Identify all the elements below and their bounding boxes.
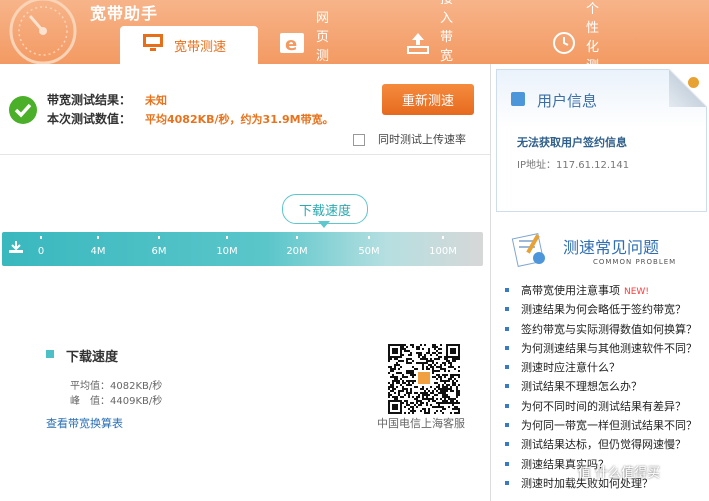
bubble-pointer (318, 221, 330, 228)
faq-item[interactable]: 为何不同时间的测试结果有差异？ (503, 398, 697, 417)
faq-item[interactable]: 测试结果达标，但仍觉得网速慢？ (503, 436, 697, 455)
app-header: 宽带助手 宽带测速 e 网页测速 接入带宽测试 个性化测试 (0, 0, 709, 64)
svg-text:e: e (285, 34, 297, 55)
upload-test-label: 同时测试上传速率 (378, 133, 466, 146)
tab-label: 接入带宽测试 (440, 0, 454, 64)
faq-item[interactable]: 测速时应注意什么？ (503, 359, 697, 378)
faq-item-label: 测速结果为何会略低于签约带宽？ (521, 303, 686, 317)
upload-icon (406, 32, 430, 58)
result-summary: 带宽测试结果： 未知 本次测试数值： 平均4082KB/秒，约为31.9M带宽。… (0, 64, 490, 155)
tab-broadband-speed[interactable]: 宽带测速 (120, 26, 258, 64)
page-curl (669, 69, 707, 107)
scale-tick (226, 236, 228, 239)
tab-web-speed[interactable]: e 网页测速 (280, 11, 329, 64)
scale-tick-label: 6M (151, 246, 167, 257)
new-badge: NEW! (624, 287, 649, 297)
expand-icon[interactable] (688, 77, 699, 88)
retest-button[interactable]: 重新测速 (382, 84, 474, 115)
faq-item-label: 为何不同时间的测试结果有差异？ (521, 399, 686, 413)
monitor-icon (142, 33, 164, 57)
scale-tick (368, 236, 370, 239)
speed-scale-bar: 0 4M 6M 10M 20M 50M 100M (2, 232, 483, 266)
scale-tick-label: 0 (37, 246, 45, 257)
scale-tick (442, 236, 444, 239)
scale-tick (158, 236, 160, 239)
ie-icon: e (280, 31, 306, 59)
scale-tick-label: 100M (429, 246, 457, 257)
faq-item[interactable]: 测试结果不理想怎么办？ (503, 378, 697, 397)
user-info-title: 用户信息 (537, 92, 598, 110)
test-data-value: 平均4082KB/秒，约为31.9M带宽。 (145, 113, 334, 126)
upload-test-checkbox[interactable] (353, 134, 365, 146)
download-icon (9, 241, 23, 253)
scale-tick (296, 236, 298, 239)
bandwidth-result-value: 未知 (145, 94, 167, 107)
faq-item[interactable]: 测速结果为何会略低于签约带宽？ (503, 301, 697, 320)
average-speed: 平均值：4082KB/秒 (70, 381, 163, 392)
tab-label: 个性化测试 (586, 1, 600, 65)
app-title: 宽带助手 (90, 4, 159, 23)
bandwidth-conversion-link[interactable]: 查看带宽换算表 (46, 415, 123, 431)
tab-access-bandwidth[interactable]: 接入带宽测试 (406, 0, 453, 64)
faq-subtitle: COMMON PROBLEM (593, 258, 677, 266)
faq-item-label: 高带宽使用注意事项 (521, 284, 620, 297)
qr-code (388, 344, 460, 414)
faq-item[interactable]: 为何测速结果与其他测速软件不同？ (503, 340, 697, 359)
download-speed-title: 下载速度 (66, 350, 119, 365)
faq-item-label: 测速时应注意什么？ (521, 361, 620, 375)
scale-tick-label: 20M (286, 246, 308, 257)
user-info-card: 用户信息 无法获取用户签约信息 IP地址：117.61.12.141 (496, 69, 707, 212)
qr-caption: 中国电信上海客服 (377, 417, 465, 430)
peak-speed: 峰 值：4409KB/秒 (70, 396, 163, 407)
faq-item-label: 测试结果不理想怎么办？ (521, 380, 642, 394)
legend-swatch (46, 350, 54, 358)
scale-tick-label: 4M (90, 246, 106, 257)
faq-item[interactable]: 为何同一带宽一样但测试结果不同？ (503, 417, 697, 436)
user-icon (511, 92, 525, 106)
faq-icon (511, 233, 545, 267)
faq-item-label: 为何测速结果与其他测速软件不同？ (521, 341, 697, 355)
ip-address: IP地址：117.61.12.141 (517, 160, 630, 171)
scale-tick-label: 50M (358, 246, 380, 257)
check-icon (9, 96, 37, 124)
tab-personalized[interactable]: 个性化测试 (552, 2, 599, 64)
scale-tick (40, 236, 42, 239)
tab-label: 宽带测速 (174, 39, 227, 55)
bandwidth-result-label: 带宽测试结果： (47, 93, 132, 107)
faq-item-label: 为何同一带宽一样但测试结果不同？ (521, 419, 697, 433)
speed-type-bubble: 下载速度 (282, 194, 368, 224)
faq-item[interactable]: 高带宽使用注意事项 NEW! (503, 282, 697, 301)
speed-test-panel: 带宽测试结果： 未知 本次测试数值： 平均4082KB/秒，约为31.9M带宽。… (0, 64, 490, 501)
watermark: 值 什么值得买 (578, 466, 661, 481)
scale-tick-label: 10M (216, 246, 238, 257)
scale-tick (97, 236, 99, 239)
right-sidebar: 用户信息 无法获取用户签约信息 IP地址：117.61.12.141 测速常见问… (490, 64, 709, 501)
faq-title: 测速常见问题 (563, 238, 660, 257)
faq-item-label: 签约带宽与实际测得数值如何换算？ (521, 322, 697, 336)
faq-item[interactable]: 签约带宽与实际测得数值如何换算？ (503, 321, 697, 340)
speedometer-icon (9, 0, 77, 64)
faq-item-label: 测试结果达标，但仍觉得网速慢？ (521, 438, 686, 452)
user-info-message: 无法获取用户签约信息 (517, 136, 627, 149)
clock-icon (552, 31, 576, 59)
test-data-label: 本次测试数值： (47, 112, 132, 126)
tab-label: 网页测速 (316, 11, 330, 64)
